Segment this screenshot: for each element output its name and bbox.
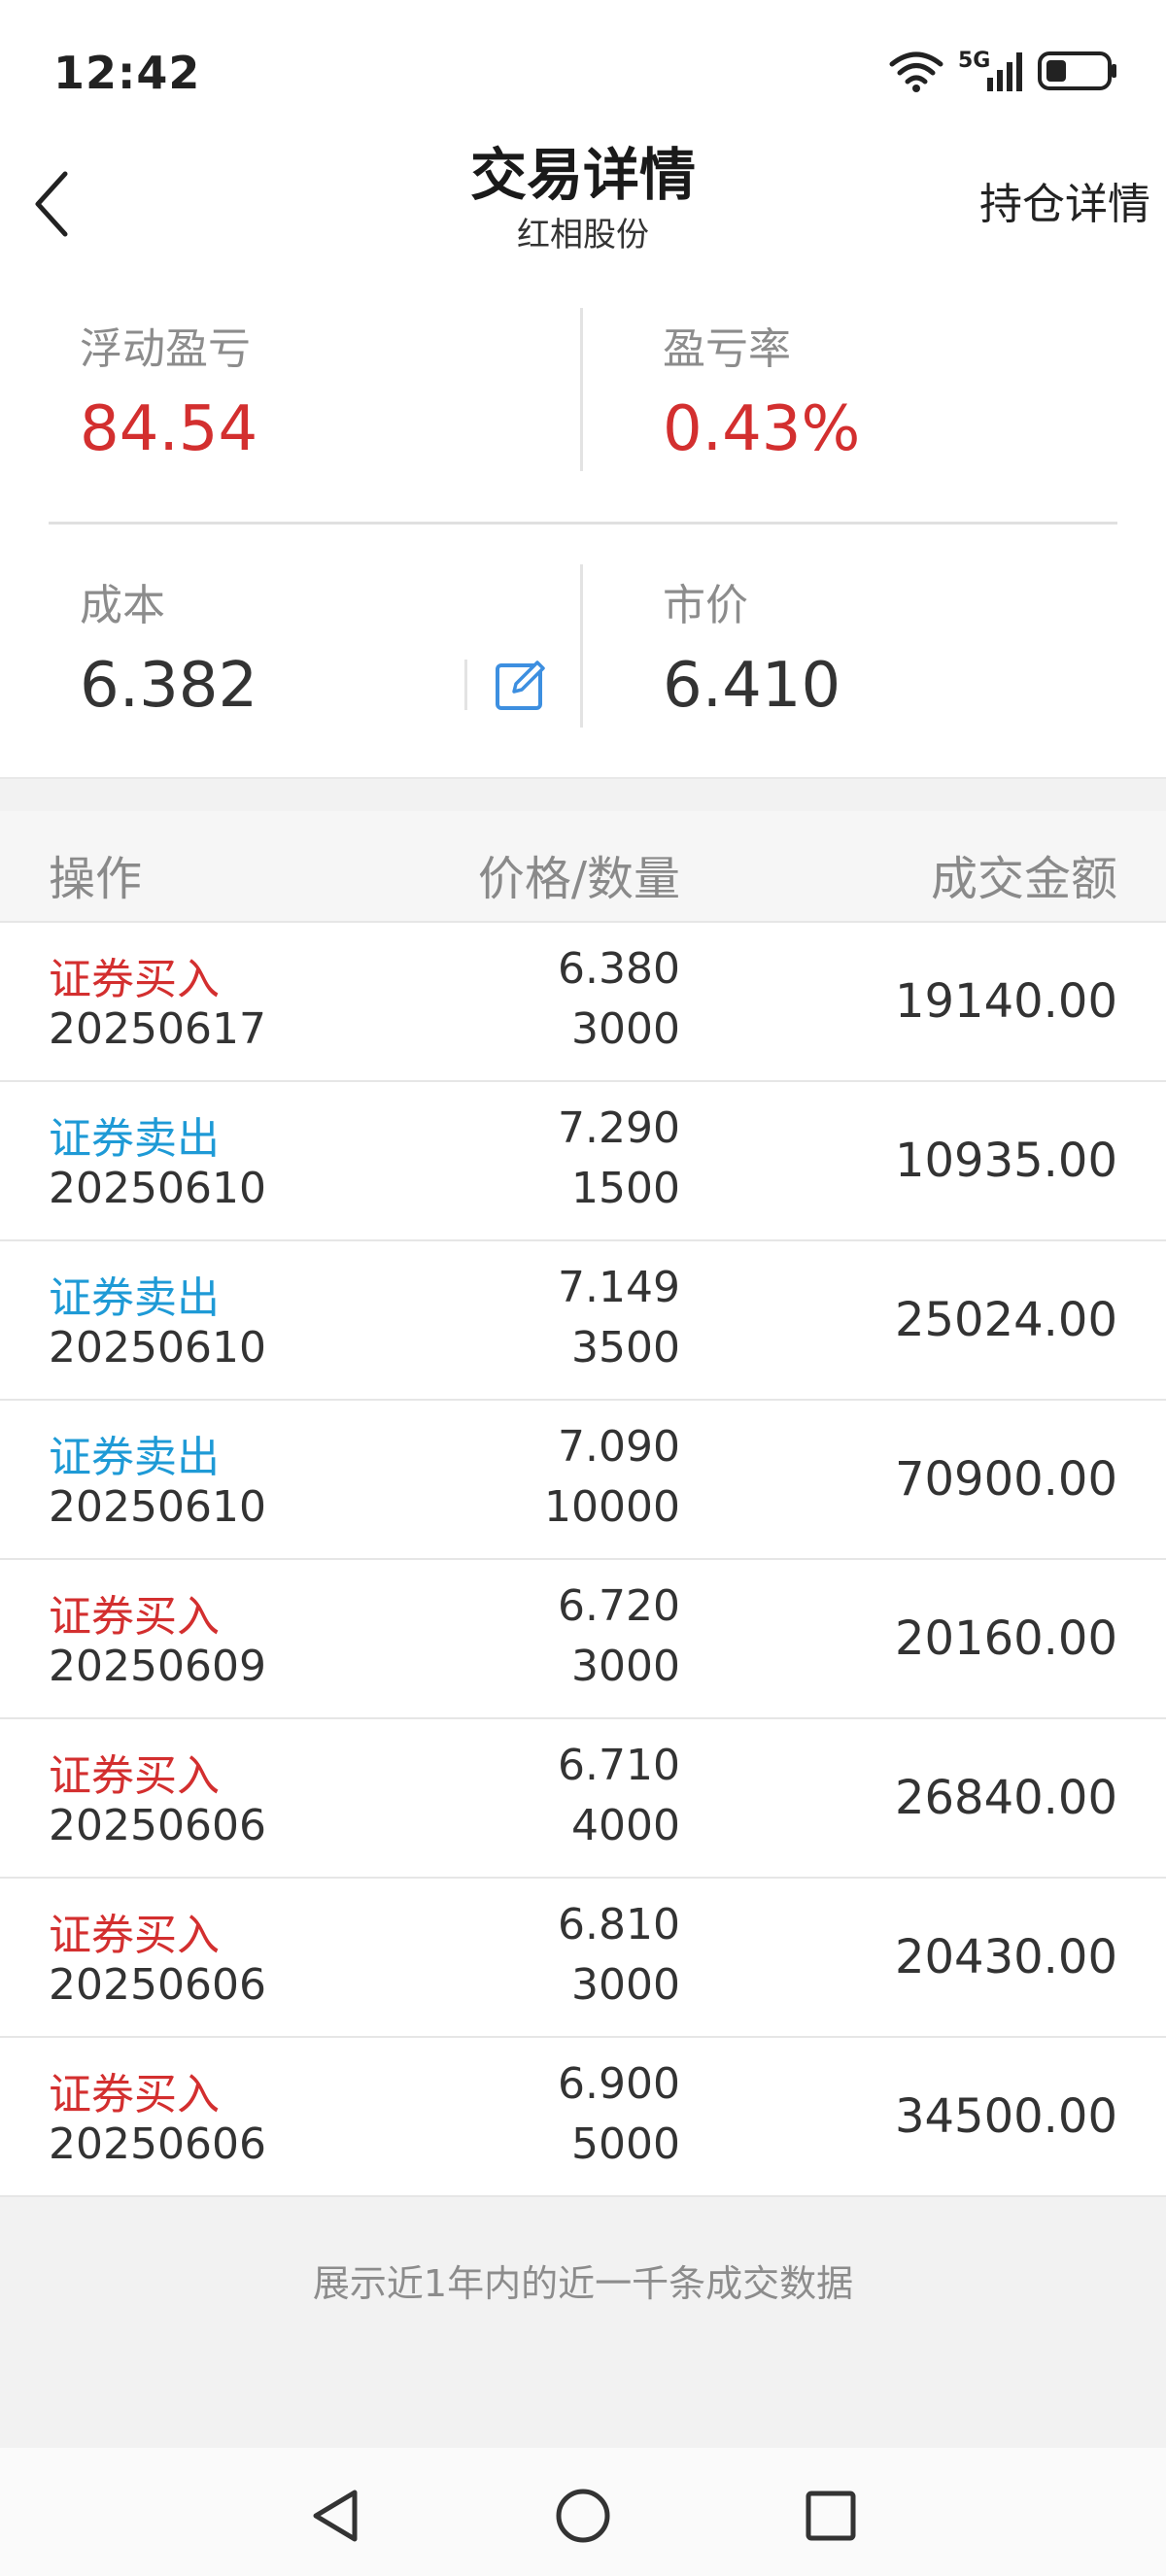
nav-back-button[interactable] (296, 2477, 374, 2555)
trade-quantity: 5000 (571, 2119, 680, 2169)
trade-operation: 证券买入 (49, 1911, 220, 1960)
trade-date: 20250610 (49, 1482, 266, 1532)
column-header-operation: 操作 (49, 852, 143, 906)
status-bar: 12:42 5G (0, 0, 1166, 146)
trade-date: 20250610 (49, 1323, 266, 1373)
trade-quantity: 4000 (571, 1801, 680, 1850)
trade-amount: 19140.00 (894, 974, 1117, 1029)
trade-date: 20250617 (49, 1004, 266, 1054)
trade-quantity: 3000 (571, 1960, 680, 2010)
pnl-rate-label: 盈亏率 (663, 324, 791, 374)
column-header-amount: 成交金额 (930, 852, 1117, 906)
trade-quantity: 3000 (571, 1642, 680, 1691)
trade-price: 6.900 (558, 2059, 680, 2109)
trade-price: 7.149 (558, 1263, 680, 1312)
signal-icon: 5G (958, 49, 1024, 93)
summary-vdivider-top (580, 308, 583, 471)
trade-amount: 70900.00 (894, 1452, 1117, 1507)
market-price: 市价 6.410 (663, 570, 840, 722)
trade-row[interactable]: 证券买入 20250609 6.720 3000 20160.00 (0, 1560, 1166, 1719)
trade-price: 6.380 (558, 944, 680, 994)
nav-recents-button[interactable] (792, 2477, 870, 2555)
floating-pnl: 浮动盈亏 84.54 (80, 314, 257, 465)
market-price-value: 6.410 (663, 650, 841, 722)
nav-home-button[interactable] (544, 2477, 622, 2555)
trade-operation: 证券卖出 (49, 1114, 220, 1164)
trade-detail-page: 12:42 5G 交易详情 红相股份 持仓详情 浮动盈亏 84.54 盈亏率 0… (0, 0, 1166, 2576)
holding-detail-link[interactable]: 持仓详情 (979, 169, 1150, 231)
summary-hdivider (49, 522, 1117, 525)
cost: 成本 6.382 (80, 570, 257, 722)
trade-amount: 26840.00 (894, 1771, 1117, 1825)
floating-pnl-label: 浮动盈亏 (80, 324, 251, 374)
section-separator (0, 777, 1166, 811)
trade-date: 20250606 (49, 1801, 266, 1850)
header: 交易详情 红相股份 持仓详情 (0, 136, 1166, 272)
summary-panel: 浮动盈亏 84.54 盈亏率 0.43% 成本 6.382 市价 6.410 (0, 296, 1166, 777)
trade-operation: 证券买入 (49, 2070, 220, 2119)
pnl-rate-value: 0.43% (663, 393, 861, 465)
trade-list: 证券买入 20250617 6.380 3000 19140.00 证券卖出 2… (0, 923, 1166, 2197)
trade-amount: 25024.00 (894, 1293, 1117, 1347)
trade-operation: 证券买入 (49, 1592, 220, 1642)
trade-row[interactable]: 证券卖出 20250610 7.290 1500 10935.00 (0, 1082, 1166, 1241)
trade-row[interactable]: 证券买入 20250617 6.380 3000 19140.00 (0, 923, 1166, 1082)
battery-icon (1038, 51, 1116, 90)
system-nav-bar (0, 2448, 1166, 2576)
trade-amount: 20160.00 (894, 1611, 1117, 1666)
trade-row[interactable]: 证券买入 20250606 6.710 4000 26840.00 (0, 1719, 1166, 1879)
trade-price: 6.720 (558, 1581, 680, 1631)
summary-vdivider-bottom (580, 564, 583, 728)
trade-quantity: 3000 (571, 1004, 680, 1054)
trade-price: 6.710 (558, 1741, 680, 1790)
trade-operation: 证券买入 (49, 955, 220, 1004)
trade-operation: 证券卖出 (49, 1433, 220, 1482)
trade-price: 7.290 (558, 1103, 680, 1153)
status-icons: 5G (888, 47, 1119, 95)
trade-quantity: 1500 (571, 1164, 680, 1213)
trade-quantity: 3500 (571, 1323, 680, 1373)
trade-amount: 10935.00 (894, 1134, 1117, 1188)
trade-amount: 20430.00 (894, 1930, 1117, 1984)
column-header-price-qty: 价格/数量 (477, 852, 680, 906)
trade-price: 6.810 (558, 1900, 680, 1949)
trade-row[interactable]: 证券卖出 20250610 7.090 10000 70900.00 (0, 1401, 1166, 1560)
trade-date: 20250610 (49, 1164, 266, 1213)
footer-area: 展示近1年内的近一千条成交数据 (0, 2197, 1166, 2448)
footer-note: 展示近1年内的近一千条成交数据 (312, 2262, 854, 2305)
trade-amount: 34500.00 (894, 2089, 1117, 2144)
edit-separator (464, 660, 467, 710)
trade-price: 7.090 (558, 1422, 680, 1472)
trade-row[interactable]: 证券买入 20250606 6.810 3000 20430.00 (0, 1879, 1166, 2038)
floating-pnl-value: 84.54 (80, 393, 258, 465)
cost-label: 成本 (80, 581, 165, 630)
trade-operation: 证券买入 (49, 1751, 220, 1801)
edit-icon[interactable] (495, 659, 547, 711)
pnl-rate: 盈亏率 0.43% (663, 314, 860, 465)
trade-date: 20250606 (49, 1960, 266, 2010)
trade-date: 20250609 (49, 1642, 266, 1691)
trade-row[interactable]: 证券买入 20250606 6.900 5000 34500.00 (0, 2038, 1166, 2197)
cost-value: 6.382 (80, 650, 258, 722)
circle-home-icon (556, 2489, 610, 2543)
square-recents-icon (806, 2491, 856, 2541)
trade-operation: 证券卖出 (49, 1273, 220, 1323)
table-header: 操作 价格/数量 成交金额 (0, 811, 1166, 923)
status-time: 12:42 (53, 47, 201, 99)
trade-quantity: 10000 (544, 1482, 680, 1532)
market-price-label: 市价 (663, 581, 748, 630)
trade-date: 20250606 (49, 2119, 266, 2169)
wifi-icon (889, 51, 943, 92)
edit-cost-area (464, 659, 547, 711)
trade-row[interactable]: 证券卖出 20250610 7.149 3500 25024.00 (0, 1241, 1166, 1401)
triangle-back-icon (313, 2490, 358, 2542)
